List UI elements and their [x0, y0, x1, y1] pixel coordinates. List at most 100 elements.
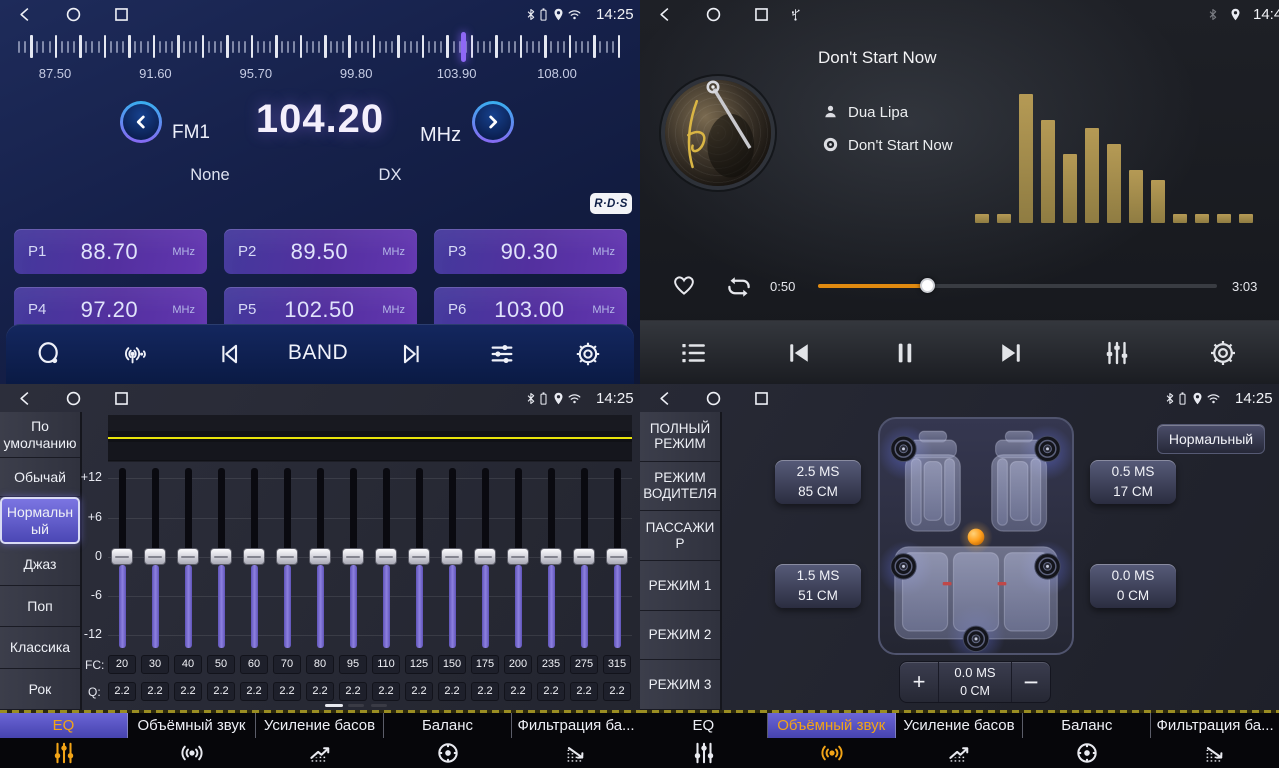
- eq-slider-track-top[interactable]: [152, 468, 159, 552]
- eq-slider-knob[interactable]: [177, 548, 199, 565]
- eq-q-value[interactable]: 2.2: [372, 682, 400, 701]
- eq-slider-knob[interactable]: [243, 548, 265, 565]
- eq-slider-knob[interactable]: [540, 548, 562, 565]
- repeat-icon[interactable]: [724, 272, 754, 302]
- eq-preset-item[interactable]: По умолчанию: [0, 412, 80, 458]
- prev-solid-icon[interactable]: [784, 338, 814, 368]
- eq-slider-knob[interactable]: [573, 548, 595, 565]
- gear-icon[interactable]: [574, 340, 602, 368]
- delay-front-right-button[interactable]: 0.5 MS 17 CM: [1090, 460, 1176, 504]
- eq-slider-track-bottom[interactable]: [383, 565, 390, 648]
- eq-slider-track-bottom[interactable]: [515, 565, 522, 648]
- eq-slider-track-bottom[interactable]: [449, 565, 456, 648]
- eq-fc-value[interactable]: 50: [207, 655, 235, 674]
- eq-fc-value[interactable]: 150: [438, 655, 466, 674]
- eq-slider-track-bottom[interactable]: [119, 565, 126, 648]
- eq-slider-track-bottom[interactable]: [185, 565, 192, 648]
- staging-mode-item[interactable]: РЕЖИМ 1: [640, 561, 720, 611]
- staging-mode-item[interactable]: ПАССАЖИР: [640, 511, 720, 561]
- eq-slider-track-top[interactable]: [581, 468, 588, 552]
- recent-apps-icon[interactable]: [752, 5, 771, 24]
- band-button[interactable]: BAND: [273, 341, 363, 365]
- tab-eq[interactable]: EQ: [640, 713, 768, 768]
- eq-slider-knob[interactable]: [144, 548, 166, 565]
- eq-fc-value[interactable]: 95: [339, 655, 367, 674]
- eq-slider-knob[interactable]: [474, 548, 496, 565]
- eq-q-value[interactable]: 2.2: [504, 682, 532, 701]
- eq-slider-track-bottom[interactable]: [152, 565, 159, 648]
- delay-rear-left-button[interactable]: 1.5 MS 51 CM: [775, 564, 861, 608]
- tab-balance[interactable]: Баланс: [1023, 713, 1151, 768]
- eq-slider-track-bottom[interactable]: [614, 565, 621, 648]
- eq-q-value[interactable]: 2.2: [207, 682, 235, 701]
- eq-fc-value[interactable]: 175: [471, 655, 499, 674]
- home-icon[interactable]: [64, 5, 83, 24]
- recent-apps-icon[interactable]: [112, 389, 131, 408]
- eq-slider-track-top[interactable]: [449, 468, 456, 552]
- eq-q-value[interactable]: 2.2: [273, 682, 301, 701]
- playlist-icon[interactable]: [678, 338, 708, 368]
- eq-preset-item[interactable]: Рок: [0, 669, 80, 710]
- eq-fc-value[interactable]: 40: [174, 655, 202, 674]
- eq-slider-track-bottom[interactable]: [416, 565, 423, 648]
- eq-slider-track-top[interactable]: [383, 468, 390, 552]
- eq-slider-knob[interactable]: [408, 548, 430, 565]
- eq-q-value[interactable]: 2.2: [570, 682, 598, 701]
- eq-slider-track-bottom[interactable]: [548, 565, 555, 648]
- back-icon[interactable]: [656, 389, 675, 408]
- prev-track-icon[interactable]: [215, 340, 243, 368]
- mixer-horizontal-icon[interactable]: [488, 340, 516, 368]
- eq-fc-value[interactable]: 235: [537, 655, 565, 674]
- eq-fc-value[interactable]: 70: [273, 655, 301, 674]
- staging-mode-item[interactable]: ПОЛНЫЙ РЕЖИМ: [640, 412, 720, 462]
- preset-button-p2[interactable]: P289.50MHz: [224, 229, 417, 274]
- eq-slider-track-bottom[interactable]: [218, 565, 225, 648]
- staging-mode-item[interactable]: РЕЖИМ 3: [640, 660, 720, 710]
- eq-q-value[interactable]: 2.2: [174, 682, 202, 701]
- eq-slider-knob[interactable]: [441, 548, 463, 565]
- preset-button-p1[interactable]: P188.70MHz: [14, 229, 207, 274]
- eq-slider-knob[interactable]: [111, 548, 133, 565]
- eq-slider-knob[interactable]: [507, 548, 529, 565]
- eq-slider-track-top[interactable]: [317, 468, 324, 552]
- eq-q-value[interactable]: 2.2: [405, 682, 433, 701]
- tab-bass-boost[interactable]: Усиление басов: [256, 713, 384, 768]
- eq-q-value[interactable]: 2.2: [339, 682, 367, 701]
- eq-fc-value[interactable]: 200: [504, 655, 532, 674]
- eq-fc-value[interactable]: 110: [372, 655, 400, 674]
- back-icon[interactable]: [656, 5, 675, 24]
- eq-slider-track-top[interactable]: [614, 468, 621, 552]
- delay-front-left-button[interactable]: 2.5 MS 85 CM: [775, 460, 861, 504]
- tab-filter[interactable]: Фильтрация ба...: [1151, 713, 1279, 768]
- eq-slider-track-top[interactable]: [548, 468, 555, 552]
- eq-q-value[interactable]: 2.2: [471, 682, 499, 701]
- eq-slider-track-top[interactable]: [482, 468, 489, 552]
- eq-slider-track-top[interactable]: [119, 468, 126, 552]
- scan-icon[interactable]: [35, 340, 63, 368]
- eq-slider-track-bottom[interactable]: [251, 565, 258, 648]
- eq-slider-track-top[interactable]: [251, 468, 258, 552]
- eq-slider-track-top[interactable]: [284, 468, 291, 552]
- home-icon[interactable]: [704, 5, 723, 24]
- eq-fc-value[interactable]: 20: [108, 655, 136, 674]
- eq-slider-track-bottom[interactable]: [581, 565, 588, 648]
- eq-fc-value[interactable]: 125: [405, 655, 433, 674]
- tune-up-button[interactable]: [472, 101, 514, 143]
- recent-apps-icon[interactable]: [112, 5, 131, 24]
- tab-balance[interactable]: Баланс: [384, 713, 512, 768]
- eq-slider-track-top[interactable]: [185, 468, 192, 552]
- eq-slider-knob[interactable]: [342, 548, 364, 565]
- eq-q-value[interactable]: 2.2: [438, 682, 466, 701]
- eq-q-value[interactable]: 2.2: [108, 682, 136, 701]
- next-track-icon[interactable]: [398, 340, 426, 368]
- eq-fc-value[interactable]: 30: [141, 655, 169, 674]
- recent-apps-icon[interactable]: [752, 389, 771, 408]
- eq-slider-track-top[interactable]: [515, 468, 522, 552]
- eq-q-value[interactable]: 2.2: [603, 682, 631, 701]
- eq-slider-track-bottom[interactable]: [482, 565, 489, 648]
- pause-icon[interactable]: [890, 338, 920, 368]
- eq-slider-knob[interactable]: [276, 548, 298, 565]
- progress-bar[interactable]: [818, 284, 1217, 288]
- eq-q-value[interactable]: 2.2: [537, 682, 565, 701]
- eq-slider-track-bottom[interactable]: [284, 565, 291, 648]
